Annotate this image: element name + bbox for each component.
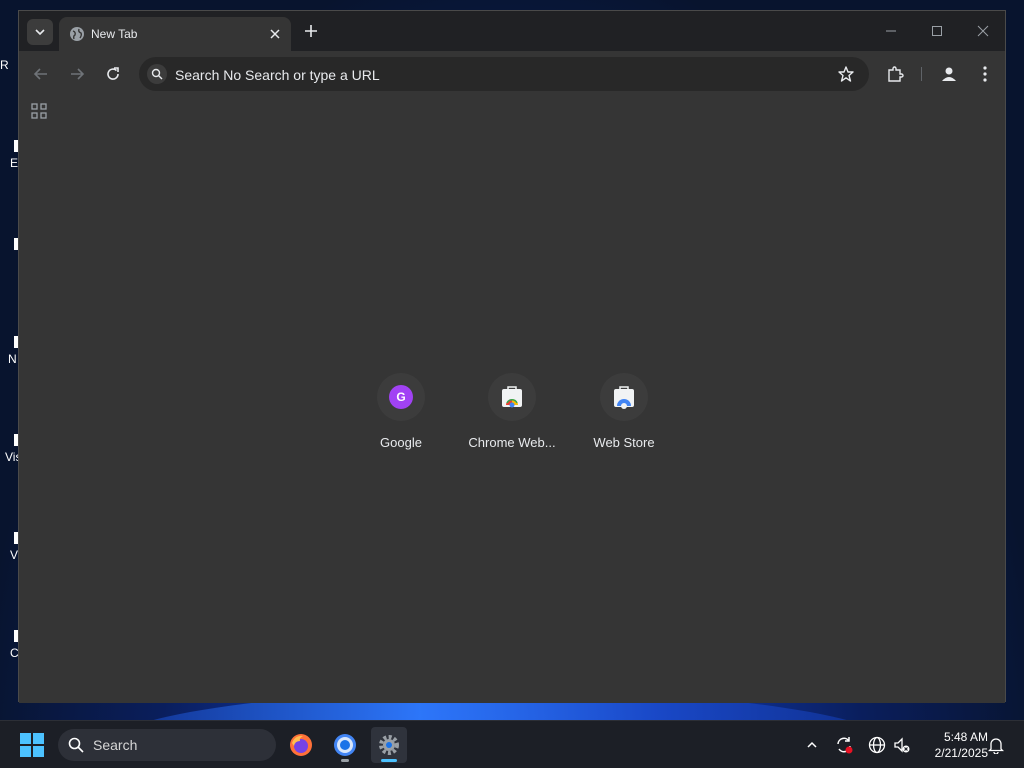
chevron-down-icon bbox=[35, 29, 45, 36]
shortcut-chrome-web-store[interactable]: Chrome Web... bbox=[456, 373, 568, 461]
globe-icon bbox=[868, 736, 886, 754]
reload-button[interactable] bbox=[103, 64, 123, 84]
taskbar-search[interactable]: Search bbox=[58, 729, 276, 761]
show-hidden-icons-button[interactable] bbox=[802, 735, 822, 755]
shortcut-google[interactable]: G Google bbox=[345, 373, 457, 461]
arrow-left-icon bbox=[33, 68, 47, 80]
taskbar-clock[interactable]: 5:48 AM 2/21/2025 bbox=[918, 729, 988, 761]
profile-button[interactable] bbox=[939, 64, 959, 84]
search-icon bbox=[147, 64, 167, 84]
arrow-right-icon bbox=[71, 68, 85, 80]
gear-icon bbox=[379, 735, 399, 755]
clock-time: 5:48 AM bbox=[943, 730, 988, 744]
kebab-menu-icon bbox=[983, 66, 987, 82]
maximize-icon bbox=[932, 26, 942, 36]
address-bar[interactable]: Search No Search or type a URL bbox=[139, 57, 869, 91]
browser-titlebar: New Tab bbox=[19, 11, 1005, 51]
puzzle-icon bbox=[888, 66, 904, 82]
close-icon[interactable] bbox=[267, 26, 283, 42]
google-letter-icon: G bbox=[389, 385, 413, 409]
chrome-icon bbox=[334, 734, 356, 756]
close-window-button[interactable] bbox=[973, 21, 993, 41]
taskbar-chrome[interactable] bbox=[327, 727, 363, 763]
new-tab-page: G Google Chrome Web... Web Store bbox=[19, 127, 1005, 703]
running-indicator bbox=[381, 759, 397, 762]
reload-icon bbox=[107, 67, 119, 80]
menu-button[interactable] bbox=[975, 64, 995, 84]
tray-sync[interactable] bbox=[834, 735, 854, 755]
bookmarks-bar bbox=[19, 97, 1005, 127]
person-icon bbox=[942, 67, 956, 81]
firefox-icon bbox=[290, 734, 312, 756]
minimize-icon bbox=[886, 30, 896, 32]
forward-button[interactable] bbox=[67, 64, 87, 84]
notifications-button[interactable] bbox=[986, 735, 1006, 755]
taskbar-firefox[interactable] bbox=[283, 727, 319, 763]
shortcut-tile bbox=[600, 373, 648, 421]
star-icon[interactable] bbox=[837, 65, 855, 83]
search-icon bbox=[68, 737, 84, 753]
back-button[interactable] bbox=[31, 64, 51, 84]
tray-volume[interactable] bbox=[892, 735, 912, 755]
maximize-button[interactable] bbox=[927, 21, 947, 41]
globe-icon bbox=[70, 27, 84, 41]
extensions-button[interactable] bbox=[885, 64, 905, 84]
shortcut-tile bbox=[488, 373, 536, 421]
volume-muted-icon bbox=[894, 737, 910, 753]
tab-search-button[interactable] bbox=[27, 19, 53, 45]
taskbar: Search 5:48 AM 2/21/2025 bbox=[0, 720, 1024, 768]
running-indicator bbox=[341, 759, 349, 762]
browser-window: New Tab Search No Search or type a URL G… bbox=[18, 10, 1006, 703]
taskbar-settings[interactable] bbox=[371, 727, 407, 763]
chrome-web-store-icon bbox=[502, 386, 522, 408]
shortcut-label: Web Store bbox=[593, 435, 655, 450]
tray-network[interactable] bbox=[867, 735, 887, 755]
chevron-up-icon bbox=[807, 741, 817, 748]
clock-date: 2/21/2025 bbox=[934, 746, 988, 760]
shortcut-label: Google bbox=[380, 435, 422, 450]
tab-title: New Tab bbox=[91, 27, 138, 41]
minimize-button[interactable] bbox=[881, 21, 901, 41]
start-button[interactable] bbox=[20, 733, 44, 762]
browser-toolbar: Search No Search or type a URL bbox=[19, 51, 1005, 97]
address-bar-placeholder: Search No Search or type a URL bbox=[175, 67, 380, 83]
desktop-icon-label[interactable]: R bbox=[0, 58, 18, 72]
toolbar-divider bbox=[921, 67, 922, 81]
sync-alert-icon bbox=[837, 737, 853, 754]
windows-logo-icon bbox=[20, 733, 44, 757]
new-tab-button[interactable] bbox=[301, 21, 321, 41]
taskbar-search-label: Search bbox=[93, 737, 138, 753]
web-store-icon bbox=[614, 386, 634, 409]
shortcut-tile: G bbox=[377, 373, 425, 421]
bell-icon bbox=[988, 738, 1004, 754]
shortcut-label: Chrome Web... bbox=[468, 435, 556, 450]
close-icon bbox=[977, 25, 989, 37]
shortcut-web-store[interactable]: Web Store bbox=[568, 373, 680, 461]
tab-new-tab[interactable]: New Tab bbox=[59, 17, 291, 51]
apps-grid-icon[interactable] bbox=[31, 103, 47, 119]
plus-icon bbox=[305, 25, 317, 37]
